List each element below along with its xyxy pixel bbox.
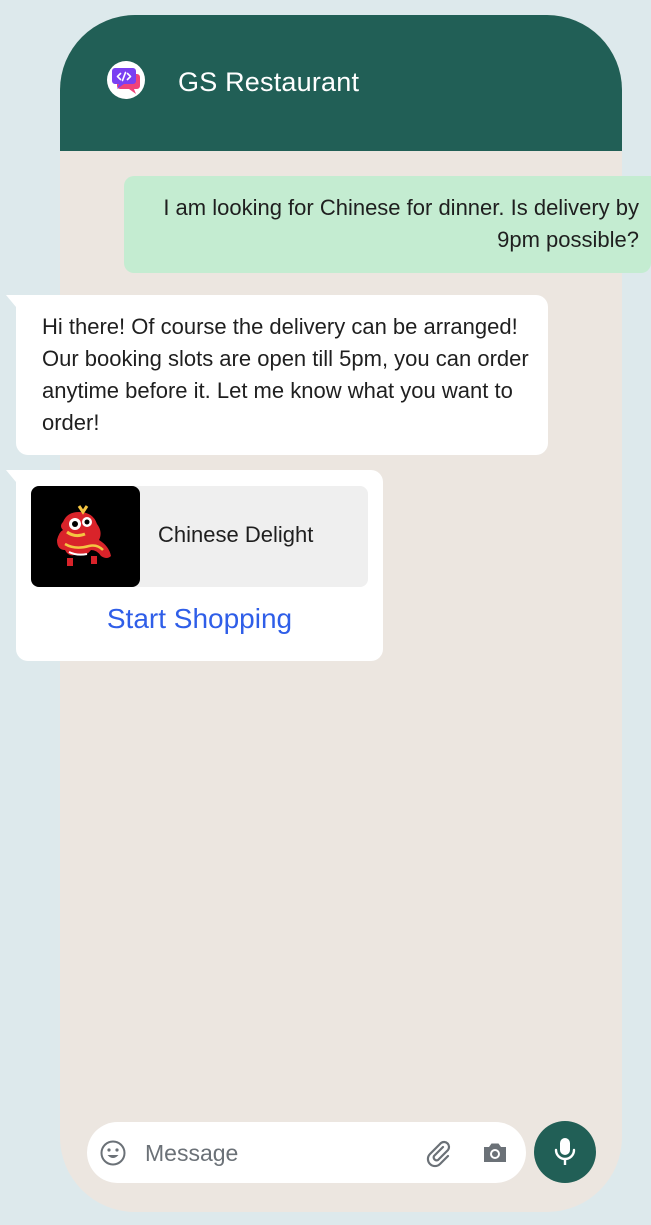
chat-title: GS Restaurant [178,67,360,97]
microphone-button[interactable] [534,1121,596,1183]
emoji-icon[interactable] [99,1139,127,1172]
microphone-icon [554,1138,576,1165]
product-name: Chinese Delight [158,522,314,547]
product-message: Chinese Delight Start Shopping [16,470,383,661]
message-input[interactable]: Message [145,1139,238,1167]
message-text: Hi there! Of course the delivery can be … [42,314,529,435]
incoming-message: Hi there! Of course the delivery can be … [16,295,548,455]
chat-header: GS Restaurant [60,15,622,151]
lion-dance-image [31,486,140,587]
camera-icon[interactable] [481,1140,509,1171]
message-composer[interactable]: Message [87,1122,526,1183]
outgoing-message: I am looking for Chinese for dinner. Is … [124,176,651,273]
message-text: I am looking for Chinese for dinner. Is … [163,195,639,252]
attachment-icon[interactable] [423,1138,453,1173]
bubble-tail [6,295,16,307]
start-shopping-button[interactable]: Start Shopping [16,601,383,637]
bubble-tail [6,470,16,482]
product-card[interactable]: Chinese Delight [31,486,368,587]
chat-code-logo-icon [107,61,145,99]
